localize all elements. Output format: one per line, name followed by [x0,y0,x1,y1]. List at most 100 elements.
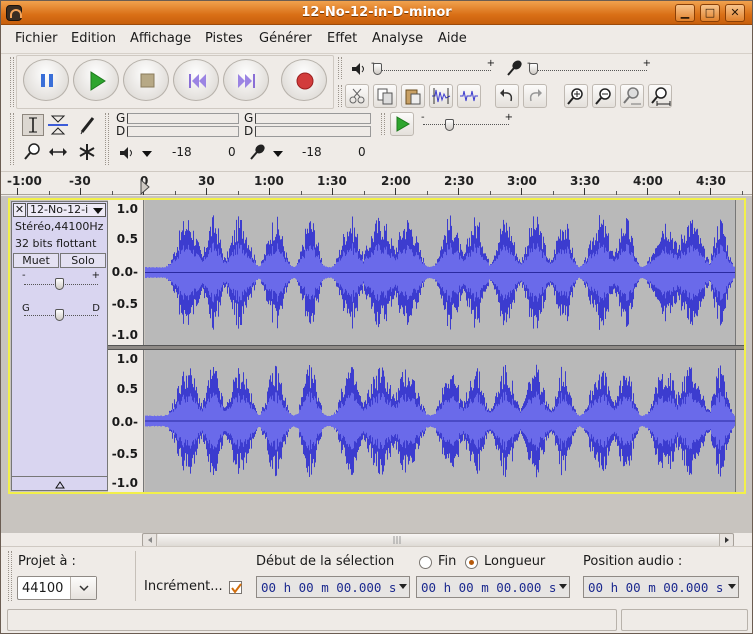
zoom-out-button[interactable] [592,84,616,108]
chevron-left-icon [148,537,152,543]
scroll-right-button[interactable] [719,534,733,546]
undo-button[interactable] [495,84,519,108]
gain-slider[interactable]: - + [22,270,100,292]
chevron-down-icon [273,151,283,157]
solo-button[interactable]: Solo [60,253,106,268]
fit-project-button[interactable] [648,84,672,108]
meter-toolbar-grip[interactable] [105,113,109,165]
tools-toolbar-grip[interactable] [10,113,14,165]
project-rate-dropdown-button[interactable] [70,577,96,599]
scissors-icon [349,88,365,104]
title-bar[interactable]: 12-No-12-in-D-minor ▁ □ ✕ [1,1,752,25]
playback-volume-thumb[interactable] [373,63,382,75]
selection-start-label: Début de la sélection [256,554,395,569]
track-close-button[interactable]: ✕ [13,203,26,217]
draw-tool-button[interactable] [76,114,98,136]
record-meter-db-left: -18 [302,145,322,159]
mute-button[interactable]: Muet [13,253,59,268]
ruler-tick [48,191,50,195]
selection-toolbar-grip[interactable] [8,551,12,601]
project-rate-combo[interactable]: 44100 [17,576,97,600]
stop-button[interactable] [123,59,169,101]
minimize-button[interactable]: ▁ [675,4,695,22]
copy-button[interactable] [373,84,397,108]
silence-button[interactable] [457,84,481,108]
record-button[interactable] [281,59,327,101]
snap-to-checkbox[interactable] [229,581,242,594]
track-control-panel[interactable]: ✕ 12-No-12-i Stéréo,44100Hz 32 bits flot… [11,201,108,491]
zoom-in-button[interactable] [564,84,588,108]
ruler-tick [17,188,18,195]
zoom-tool-button[interactable] [22,141,44,163]
play-button[interactable] [73,59,119,101]
skip-to-start-icon [189,74,206,88]
cut-button[interactable] [345,84,369,108]
mixer-toolbar-grip[interactable] [338,57,342,79]
redo-button[interactable] [523,84,547,108]
skip-to-end-button[interactable] [223,59,269,101]
waveform-left-channel[interactable] [145,200,735,345]
ruler-label: 1:00 [254,174,284,188]
menu-edition[interactable]: Edition [71,31,116,46]
skip-to-end-icon [238,74,255,88]
menu-pistes[interactable]: Pistes [205,31,243,46]
audio-position-label: Position audio : [583,554,683,569]
play-icon [396,116,410,132]
record-volume-thumb[interactable] [529,63,538,75]
skip-to-start-button[interactable] [173,59,219,101]
playback-volume-max: + [486,58,495,69]
playback-speed-thumb[interactable] [445,119,454,131]
multi-tool-button[interactable] [76,141,98,163]
fit-selection-button[interactable] [620,84,644,108]
menu-aide[interactable]: Aide [438,31,467,46]
ruler-label: 2:00 [381,174,411,188]
menu-effet[interactable]: Effet [327,31,357,46]
maximize-button[interactable]: □ [700,4,720,22]
envelope-tool-button[interactable] [47,114,69,136]
selection-length-field[interactable]: 00 h 00 m 00.000 s [416,576,570,598]
ruler-tick [300,191,302,195]
pan-left-label: G [22,303,30,314]
menu-fichier[interactable]: Fichier [15,31,58,46]
track-end-margin [735,350,744,492]
audio-track[interactable]: ✕ 12-No-12-i Stéréo,44100Hz 32 bits flot… [8,198,746,494]
gain-thumb[interactable] [55,278,64,290]
meter-bars[interactable]: G D G D [113,111,375,141]
playback-speed-slider[interactable]: - + [419,112,513,132]
transcription-toolbar-grip[interactable] [381,113,385,135]
horizontal-scrollbar[interactable] [142,533,734,547]
time-shift-tool-button[interactable] [47,141,69,163]
pan-thumb[interactable] [55,309,64,321]
vruler-label: 0.5 [116,232,138,246]
track-collapse-button[interactable] [12,476,107,491]
edit-toolbar-grip[interactable] [338,85,342,107]
menu-generer[interactable]: Générer [259,31,312,46]
end-radio[interactable] [419,556,432,569]
maximize-icon: □ [704,6,716,19]
trim-button[interactable] [429,84,453,108]
pause-button[interactable] [23,59,69,101]
waveform-right-channel[interactable] [145,350,735,492]
scroll-left-button[interactable] [143,534,157,546]
track-name-menu[interactable]: 12-No-12-i [27,203,106,217]
close-button[interactable]: ✕ [725,4,745,22]
pan-slider[interactable]: G D [22,303,100,323]
audio-position-field[interactable]: 00 h 00 m 00.000 s [583,576,739,598]
menu-analyse[interactable]: Analyse [372,31,423,46]
scrollbar-thumb[interactable] [158,534,719,546]
selection-start-field[interactable]: 00 h 00 m 00.000 s [256,576,410,598]
playback-meter-menu-button[interactable] [139,147,155,161]
record-volume-slider[interactable]: - + [525,58,651,76]
length-radio[interactable] [465,556,478,569]
paste-button[interactable] [401,84,425,108]
playhead-marker-icon[interactable] [140,179,150,195]
vruler-label: -1.0 [111,328,138,342]
play-at-speed-button[interactable] [390,112,414,136]
transport-toolbar-grip[interactable] [10,57,14,107]
pan-right-label: D [92,303,100,314]
timeline-ruler[interactable]: -1:00 -30 0 30 1:00 1:30 2:00 2:30 3:00 … [1,171,752,195]
menu-affichage[interactable]: Affichage [130,31,191,46]
record-meter-menu-button[interactable] [270,147,286,161]
selection-tool-button[interactable] [22,114,44,136]
playback-volume-slider[interactable]: - + [369,58,495,76]
